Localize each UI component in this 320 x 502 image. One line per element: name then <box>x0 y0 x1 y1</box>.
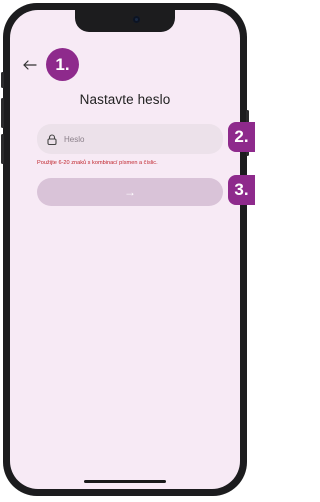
password-input[interactable] <box>64 134 214 144</box>
phone-frame: Nastavte heslo Použijte 6-20 znaků s kom… <box>3 3 247 496</box>
side-button-left-3 <box>1 134 4 164</box>
app-screen: Nastavte heslo Použijte 6-20 znaků s kom… <box>10 10 240 489</box>
password-field[interactable] <box>37 124 223 154</box>
home-indicator <box>84 480 166 483</box>
camera-icon <box>133 16 140 23</box>
arrow-right-icon: → <box>124 185 136 199</box>
lock-icon <box>46 133 58 145</box>
step-badge-2: 2. <box>228 122 255 152</box>
step-badge-3: 3. <box>228 175 255 205</box>
side-button-left-1 <box>1 72 4 88</box>
step-badge-1: 1. <box>46 48 79 81</box>
page-title: Nastavte heslo <box>79 92 171 107</box>
arrow-left-icon <box>23 60 37 70</box>
password-hint: Použijte 6-20 znaků s kombinací písmen a… <box>37 160 158 166</box>
mockup-stage: Nastavte heslo Použijte 6-20 znaků s kom… <box>0 0 255 502</box>
back-button[interactable] <box>21 58 39 72</box>
continue-button[interactable]: → <box>37 178 223 206</box>
side-button-left-2 <box>1 98 4 128</box>
notch <box>75 10 175 32</box>
